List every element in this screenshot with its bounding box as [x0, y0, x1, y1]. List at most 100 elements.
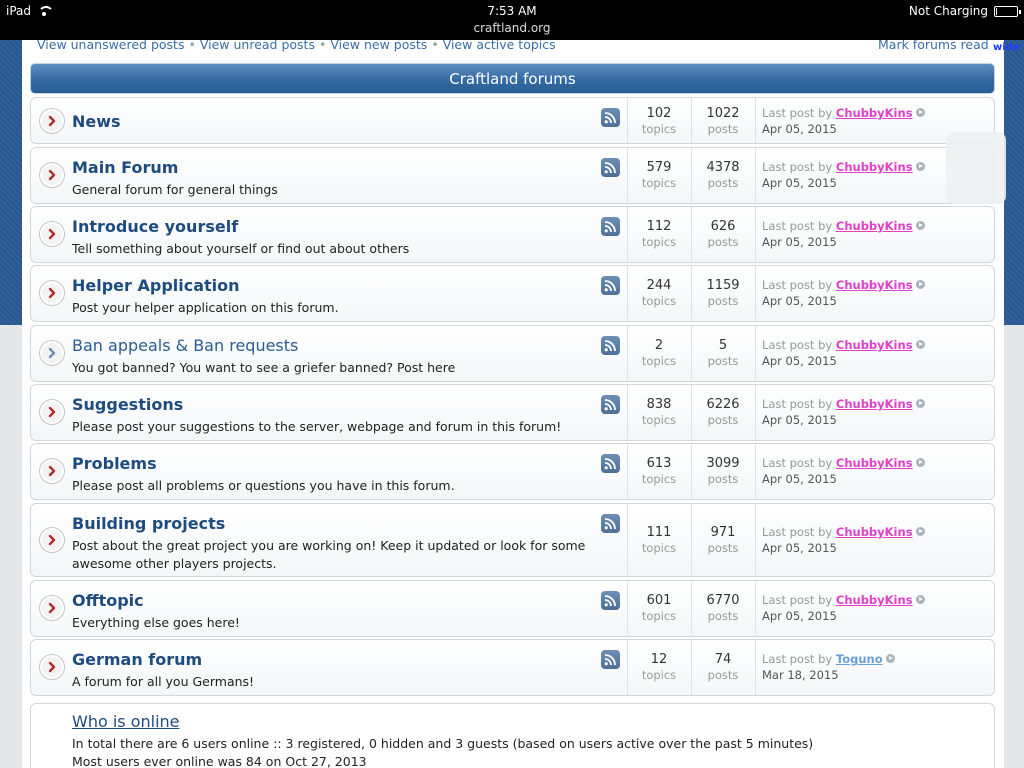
view-latest-post-icon[interactable]: [885, 654, 895, 663]
view-latest-post-icon[interactable]: [915, 595, 925, 604]
last-post-user-link[interactable]: ChubbyKins: [836, 219, 913, 233]
column-divider: [755, 385, 756, 440]
posts-label: posts: [707, 176, 739, 190]
last-post-label: Last post by: [762, 456, 833, 470]
last-post-info: Last post by ChubbyKins Apr 05, 2015: [762, 592, 925, 624]
last-post-date: Apr 05, 2015: [762, 235, 837, 249]
view-latest-post-icon[interactable]: [915, 221, 925, 230]
topics-number: 838: [646, 397, 672, 412]
rss-feed-icon[interactable]: [601, 514, 620, 533]
posts-number: 626: [710, 219, 736, 234]
rss-feed-icon[interactable]: [601, 108, 620, 127]
view-latest-post-icon[interactable]: [915, 458, 925, 467]
last-post-label: Last post by: [762, 338, 833, 352]
last-post-date: Mar 18, 2015: [762, 668, 839, 682]
last-post-user-link[interactable]: Toguno: [836, 652, 883, 666]
column-divider: [755, 326, 756, 381]
posts-number: 4378: [706, 160, 740, 175]
forum-description: Please post all problems or questions yo…: [72, 478, 455, 493]
rss-feed-icon[interactable]: [601, 276, 620, 295]
forum-title-link[interactable]: Problems: [72, 454, 157, 473]
rss-feed-icon[interactable]: [601, 395, 620, 414]
posts-label: posts: [707, 235, 739, 249]
forum-row: Helper Application Post your helper appl…: [30, 265, 995, 322]
posts-label: posts: [707, 472, 739, 486]
last-post-info: Last post by ChubbyKins Apr 05, 2015: [762, 337, 925, 369]
forum-title-link[interactable]: Introduce yourself: [72, 217, 238, 236]
posts-number: 6770: [706, 593, 740, 608]
view-latest-post-icon[interactable]: [915, 399, 925, 408]
last-post-user-link[interactable]: ChubbyKins: [836, 593, 913, 607]
posts-number: 3099: [706, 456, 740, 471]
last-post-date: Apr 05, 2015: [762, 294, 837, 308]
forum-title-link[interactable]: Offtopic: [72, 591, 144, 610]
last-post-user-link[interactable]: ChubbyKins: [836, 456, 913, 470]
topics-label: topics: [641, 176, 677, 190]
column-divider: [755, 640, 756, 695]
last-post-user-link[interactable]: ChubbyKins: [836, 525, 913, 539]
last-post-user-link[interactable]: ChubbyKins: [836, 338, 913, 352]
who-is-online-link[interactable]: Who is online: [72, 712, 180, 731]
forum-description: Please post your suggestions to the serv…: [72, 419, 562, 434]
rss-feed-icon[interactable]: [601, 454, 620, 473]
view-latest-post-icon[interactable]: [915, 162, 925, 171]
view-latest-post-icon[interactable]: [915, 280, 925, 289]
address-bar-url[interactable]: craftland.org: [0, 21, 1024, 35]
column-divider: [755, 207, 756, 262]
rss-feed-icon[interactable]: [601, 336, 620, 355]
last-post-info: Last post by ChubbyKins Apr 05, 2015: [762, 218, 925, 250]
online-record: Most users ever online was 84 on Oct 27,…: [72, 754, 367, 768]
posts-number: 74: [714, 652, 732, 667]
forum-title-link[interactable]: News: [72, 112, 121, 131]
last-post-label: Last post by: [762, 593, 833, 607]
posts-label: posts: [707, 413, 739, 427]
column-divider: [755, 444, 756, 499]
last-post-label: Last post by: [762, 160, 833, 174]
forum-title-link[interactable]: Suggestions: [72, 395, 183, 414]
posts-label: posts: [707, 668, 739, 682]
forum-status-arrow-icon: [39, 221, 65, 247]
last-post-user-link[interactable]: ChubbyKins: [836, 106, 913, 120]
posts-count: 971 posts: [692, 525, 754, 555]
topics-label: topics: [641, 472, 677, 486]
rss-feed-icon[interactable]: [601, 217, 620, 236]
last-post-date: Apr 05, 2015: [762, 609, 837, 623]
posts-label: posts: [707, 541, 739, 555]
forum-title-link[interactable]: Main Forum: [72, 158, 178, 177]
forum-list-header: Craftland forums: [30, 63, 995, 94]
topics-number: 579: [646, 160, 672, 175]
online-summary: In total there are 6 users online :: 3 r…: [72, 736, 814, 751]
last-post-date: Apr 05, 2015: [762, 176, 837, 190]
rss-feed-icon[interactable]: [601, 158, 620, 177]
topics-count: 838 topics: [628, 397, 690, 427]
last-post-user-link[interactable]: ChubbyKins: [836, 160, 913, 174]
posts-count: 5 posts: [692, 338, 754, 368]
last-post-info: Last post by ChubbyKins Apr 05, 2015: [762, 105, 925, 137]
last-post-date: Apr 05, 2015: [762, 122, 837, 136]
forum-description: Everything else goes here!: [72, 615, 240, 630]
forum-title-link[interactable]: German forum: [72, 650, 202, 669]
forum-title-link[interactable]: Ban appeals & Ban requests: [72, 336, 298, 355]
rss-feed-icon[interactable]: [601, 650, 620, 669]
view-latest-post-icon[interactable]: [915, 340, 925, 349]
topics-number: 112: [646, 219, 672, 234]
topics-label: topics: [641, 294, 677, 308]
last-post-user-link[interactable]: ChubbyKins: [836, 397, 913, 411]
topics-number: 2: [654, 338, 664, 353]
forum-title-link[interactable]: Helper Application: [72, 276, 240, 295]
topics-count: 2 topics: [628, 338, 690, 368]
view-latest-post-icon[interactable]: [915, 108, 925, 117]
posts-count: 6226 posts: [692, 397, 754, 427]
view-latest-post-icon[interactable]: [915, 527, 925, 536]
forum-title-link[interactable]: Building projects: [72, 514, 225, 533]
last-post-label: Last post by: [762, 652, 833, 666]
forum-row: Introduce yourself Tell something about …: [30, 206, 995, 263]
topics-label: topics: [641, 413, 677, 427]
posts-count: 74 posts: [692, 652, 754, 682]
last-post-label: Last post by: [762, 106, 833, 120]
rss-feed-icon[interactable]: [601, 591, 620, 610]
wide-layout-toggle[interactable]: wide: [993, 42, 1020, 53]
posts-number: 1022: [706, 106, 740, 121]
floating-overlay: [946, 132, 1006, 204]
last-post-user-link[interactable]: ChubbyKins: [836, 278, 913, 292]
